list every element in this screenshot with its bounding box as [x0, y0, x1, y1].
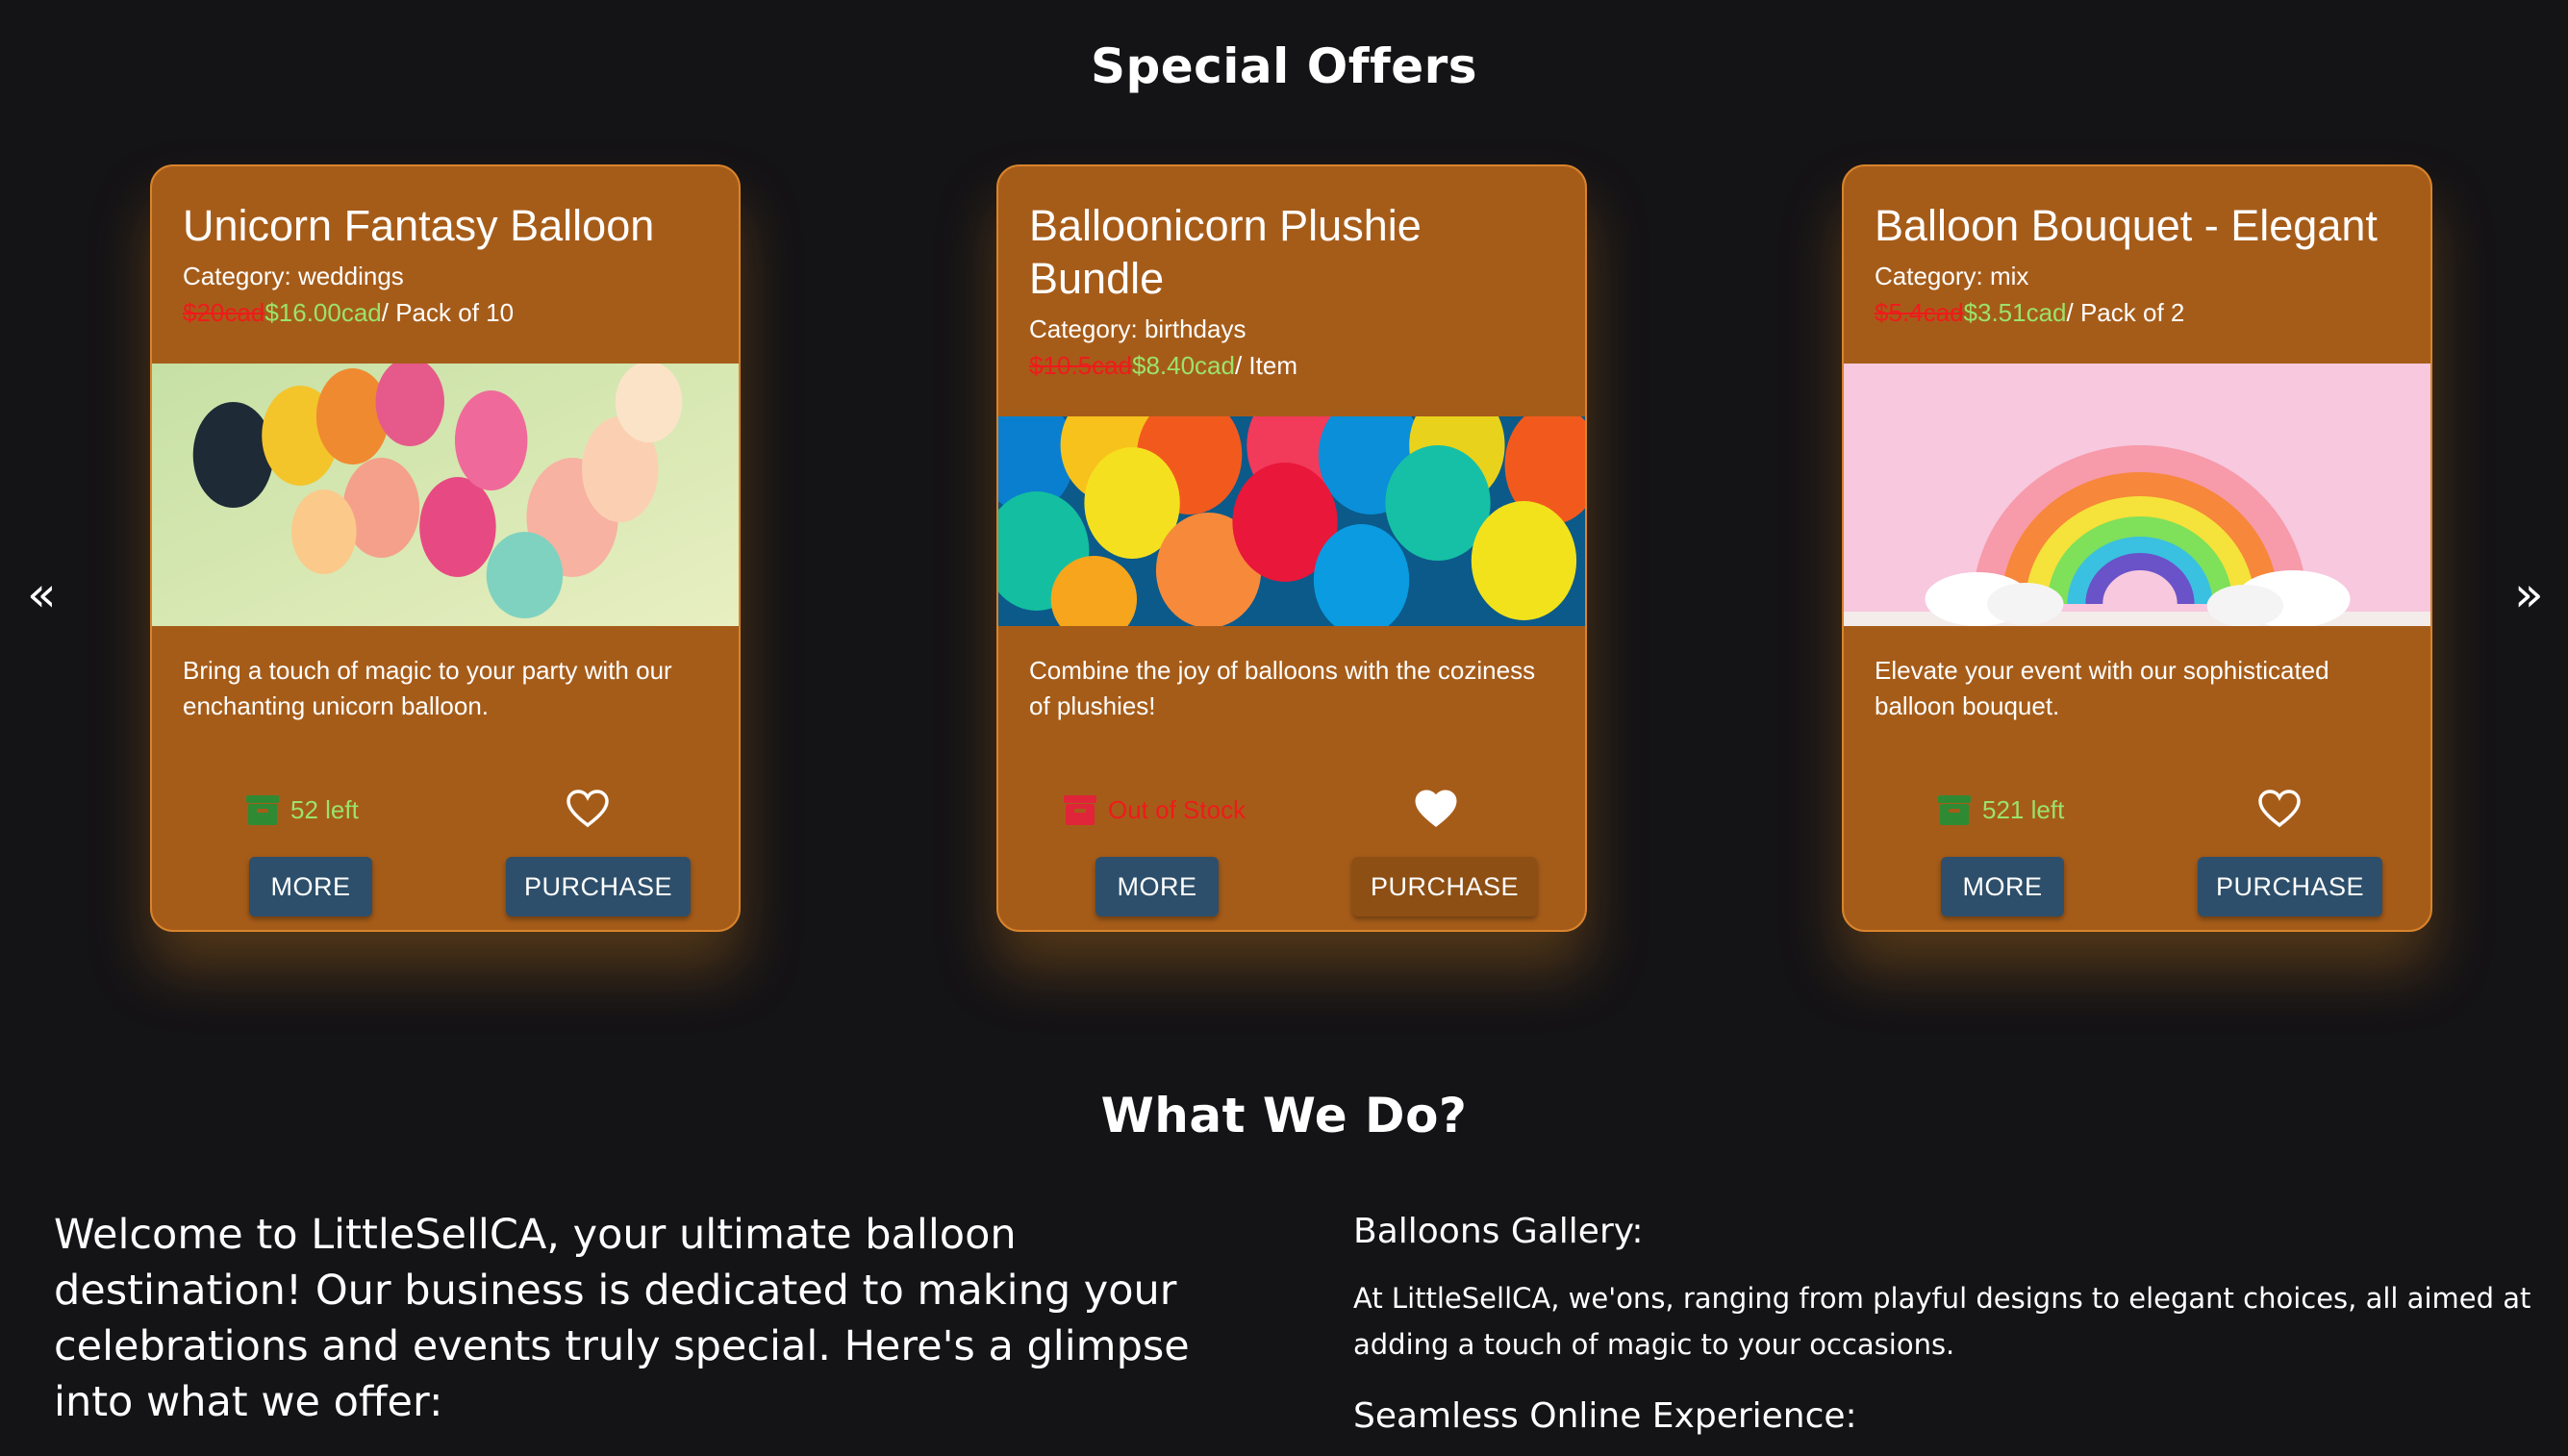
product-image	[152, 364, 739, 626]
product-category: Category: weddings	[183, 262, 404, 290]
carousel-next-button[interactable]: »	[2514, 565, 2544, 623]
product-price: $10.5cad$8.40cad/ Item	[1029, 347, 1554, 384]
more-button[interactable]: MORE	[1095, 857, 1219, 916]
gallery-heading: Balloons Gallery:	[1353, 1212, 1644, 1251]
archive-box-icon	[1064, 795, 1096, 825]
price-unit: / Item	[1234, 351, 1297, 380]
old-price: $10.5cad	[1029, 351, 1132, 380]
old-price: $20cad	[183, 298, 265, 327]
stock-indicator: 521 left	[1936, 791, 2064, 828]
product-title: Unicorn Fantasy Balloon	[183, 201, 655, 250]
heart-outline-icon[interactable]	[2258, 790, 2301, 828]
product-category: Category: birthdays	[1029, 314, 1246, 343]
gallery-paragraph: At LittleSellCA, we'ons, ranging from pl…	[1353, 1282, 2531, 1361]
product-price: $20cad$16.00cad/ Pack of 10	[183, 294, 708, 331]
old-price: $5.4cad	[1875, 298, 1964, 327]
more-button[interactable]: MORE	[249, 857, 372, 916]
heart-outline-icon[interactable]	[566, 790, 609, 828]
price-unit: / Pack of 2	[2066, 298, 2185, 327]
stock-text: 521 left	[1982, 794, 2065, 824]
new-price: $3.51cad	[1963, 298, 2067, 327]
card-header: Unicorn Fantasy Balloon Category: weddin…	[152, 166, 739, 364]
archive-box-icon	[1938, 795, 1971, 825]
what-we-do-title: What We Do?	[1100, 1088, 1468, 1143]
card-actions: MORE PURCHASE	[1844, 857, 2430, 918]
purchase-button[interactable]: PURCHASE	[2198, 857, 2382, 916]
special-offers-title: Special Offers	[1090, 38, 1478, 94]
stock-text: Out of Stock	[1108, 794, 1246, 824]
card-status-row: 52 left	[152, 784, 739, 838]
new-price: $8.40cad	[1131, 351, 1235, 380]
card-actions: MORE PURCHASE	[152, 857, 739, 918]
stock-indicator: Out of Stock	[1062, 791, 1246, 828]
purchase-button[interactable]: PURCHASE	[1352, 857, 1537, 916]
product-title: Balloon Bouquet - Elegant	[1875, 201, 2378, 250]
product-price: $5.4cad$3.51cad/ Pack of 2	[1875, 294, 2400, 331]
card-header: Balloon Bouquet - Elegant Category: mix …	[1844, 166, 2430, 364]
more-button[interactable]: MORE	[1941, 857, 2064, 916]
stock-text: 52 left	[290, 794, 359, 824]
card-status-row: Out of Stock	[998, 784, 1585, 838]
product-description: Elevate your event with our sophisticate…	[1875, 656, 2329, 720]
product-title: Balloonicorn Plushie Bundle	[1029, 201, 1422, 303]
product-card: Balloon Bouquet - Elegant Category: mix …	[1842, 164, 2432, 932]
carousel-prev-button[interactable]: «	[27, 565, 57, 623]
stock-indicator: 52 left	[244, 791, 359, 828]
card-status-row: 521 left	[1844, 784, 2430, 838]
product-card: Balloonicorn Plushie Bundle Category: bi…	[996, 164, 1587, 932]
new-price: $16.00cad	[264, 298, 382, 327]
product-card: Unicorn Fantasy Balloon Category: weddin…	[150, 164, 741, 932]
purchase-button[interactable]: PURCHASE	[506, 857, 691, 916]
product-description: Combine the joy of balloons with the coz…	[1029, 656, 1536, 720]
card-header: Balloonicorn Plushie Bundle Category: bi…	[998, 166, 1585, 416]
price-unit: / Pack of 10	[381, 298, 515, 327]
intro-paragraph: Welcome to LittleSellCA, your ultimate b…	[54, 1211, 1190, 1426]
product-image	[998, 416, 1585, 626]
product-image	[1844, 364, 2430, 626]
product-description: Bring a touch of magic to your party wit…	[183, 656, 672, 720]
seamless-heading: Seamless Online Experience:	[1353, 1396, 1857, 1436]
archive-box-icon	[246, 795, 279, 825]
product-category: Category: mix	[1875, 262, 2029, 290]
heart-filled-icon[interactable]	[1415, 790, 1457, 828]
card-actions: MORE PURCHASE	[998, 857, 1585, 918]
